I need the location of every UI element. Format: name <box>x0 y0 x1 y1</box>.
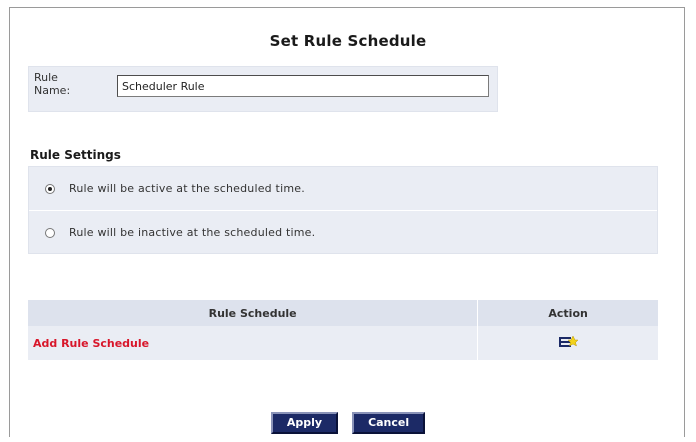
active-option-row[interactable]: Rule will be active at the scheduled tim… <box>29 167 657 211</box>
action-header: Action <box>477 300 658 326</box>
button-bar: Apply Cancel <box>10 412 686 434</box>
add-schedule-cell: Add Rule Schedule <box>28 326 479 360</box>
add-schedule-icon[interactable] <box>558 334 579 353</box>
rule-name-panel: Rule Name: <box>28 66 498 112</box>
cancel-button[interactable]: Cancel <box>352 412 426 434</box>
rule-settings-panel: Rule will be active at the scheduled tim… <box>28 166 658 254</box>
apply-button[interactable]: Apply <box>270 412 339 434</box>
rule-name-label: Rule Name: <box>34 71 71 97</box>
active-radio[interactable] <box>45 183 55 194</box>
inactive-option-row[interactable]: Rule will be inactive at the scheduled t… <box>29 211 657 254</box>
dialog-frame: Set Rule Schedule Rule Name: Rule Settin… <box>9 7 685 437</box>
add-rule-schedule-link[interactable]: Add Rule Schedule <box>28 337 149 350</box>
rule-schedule-table: Rule Schedule Action Add Rule Schedule <box>28 300 658 360</box>
active-option-label: Rule will be active at the scheduled tim… <box>69 182 305 195</box>
page-title: Set Rule Schedule <box>269 32 427 50</box>
inactive-option-label: Rule will be inactive at the scheduled t… <box>69 226 316 239</box>
rule-schedule-header: Rule Schedule <box>28 300 479 326</box>
table-row: Add Rule Schedule <box>28 326 658 360</box>
action-cell <box>477 326 658 360</box>
inactive-radio[interactable] <box>45 227 55 238</box>
rule-name-input[interactable] <box>117 75 489 97</box>
rule-settings-heading: Rule Settings <box>30 148 121 162</box>
table-header-row: Rule Schedule Action <box>28 300 658 326</box>
